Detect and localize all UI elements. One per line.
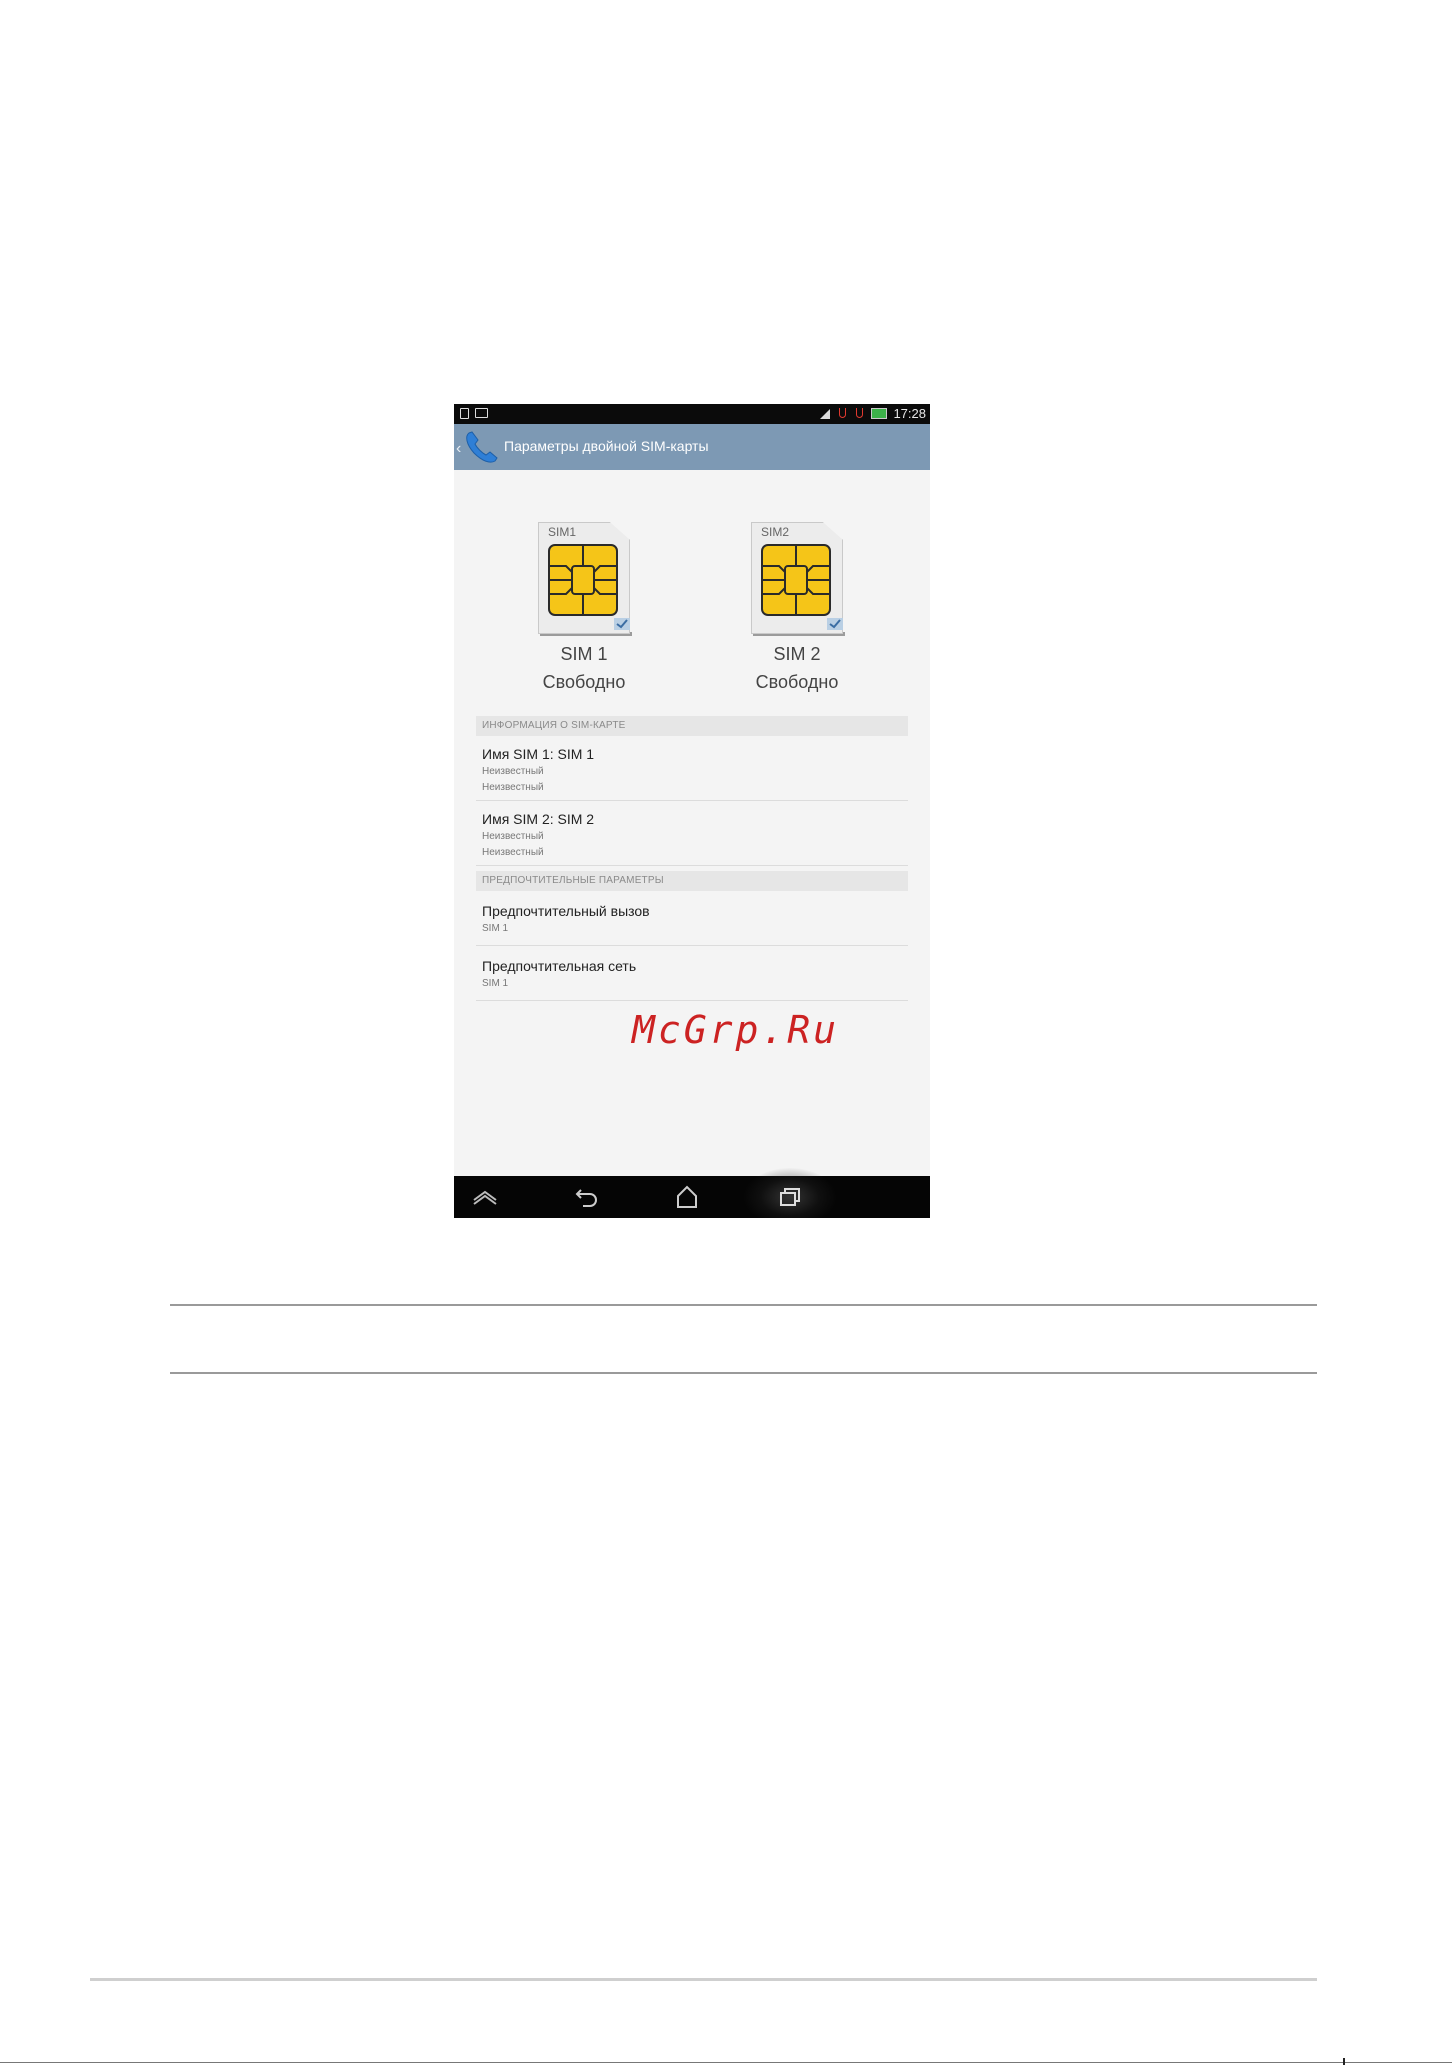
phone-handset-icon[interactable] — [462, 430, 500, 466]
section-header-preferred: ПРЕДПОЧТИТЕЛЬНЫЕ ПАРАМЕТРЫ — [476, 871, 908, 891]
sim2-status: Свободно — [755, 672, 839, 692]
check-icon — [827, 618, 843, 630]
battery-icon — [871, 408, 888, 419]
asus-menu-icon[interactable] — [470, 1184, 500, 1210]
sim-chip-icon — [548, 544, 618, 616]
footer-divider — [90, 1978, 1317, 1981]
section-header-sim-info: ИНФОРМАЦИЯ О SIM-КАРТЕ — [476, 716, 908, 736]
divider-top — [170, 1304, 1317, 1306]
page-corner-mark — [1343, 2058, 1345, 2065]
item-subtitle: Неизвестный — [482, 782, 544, 793]
list-item-sim1-info[interactable]: Имя SIM 1: SIM 1 Неизвестный Неизвестный — [476, 736, 908, 801]
notification-icon — [475, 408, 488, 418]
sim2-card[interactable]: SIM2 — [751, 522, 845, 638]
recent-apps-icon[interactable] — [775, 1184, 805, 1210]
sim1-no-signal-icon — [837, 407, 848, 420]
list-item-preferred-call[interactable]: Предпочтительный вызов SIM 1 — [476, 891, 908, 946]
item-title: Предпочтительный вызов — [482, 903, 650, 919]
item-subtitle: Неизвестный — [482, 766, 544, 777]
action-bar: ‹ Параметры двойной SIM-карты — [454, 424, 930, 470]
status-bar: 17:28 — [454, 404, 930, 424]
item-value: SIM 1 — [482, 923, 509, 934]
phone-screenshot: 17:28 ‹ Параметры двойной SIM-карты SIM1… — [454, 404, 930, 1218]
page-bottom-edge — [0, 2062, 1452, 2063]
list-item-preferred-network[interactable]: Предпочтительная сеть SIM 1 — [476, 946, 908, 1001]
sim1-status: Свободно — [542, 672, 626, 692]
sim1-name: SIM 1 — [560, 644, 608, 664]
screen-title: Параметры двойной SIM-карты — [504, 438, 709, 454]
sim2-card-label: SIM2 — [761, 525, 790, 539]
item-title: Имя SIM 2: SIM 2 — [482, 811, 595, 827]
divider-middle — [170, 1372, 1317, 1374]
status-time: 17:28 — [893, 406, 926, 421]
sim1-card-label: SIM1 — [548, 525, 577, 539]
sim2-name: SIM 2 — [773, 644, 821, 664]
item-title: Предпочтительная сеть — [482, 958, 637, 974]
home-icon[interactable] — [672, 1184, 702, 1210]
watermark: McGrp.Ru — [632, 1008, 840, 1052]
wifi-signal-icon — [820, 408, 831, 420]
back-chevron-icon[interactable]: ‹ — [456, 440, 461, 458]
sim2-no-signal-icon — [854, 407, 865, 420]
navigation-bar — [454, 1168, 930, 1218]
back-icon[interactable] — [572, 1184, 602, 1210]
sd-card-icon — [460, 408, 469, 419]
item-title: Имя SIM 1: SIM 1 — [482, 746, 595, 762]
check-icon — [614, 618, 630, 630]
list-item-sim2-info[interactable]: Имя SIM 2: SIM 2 Неизвестный Неизвестный — [476, 801, 908, 866]
item-subtitle: Неизвестный — [482, 831, 544, 842]
sim1-card[interactable]: SIM1 — [538, 522, 632, 638]
item-value: SIM 1 — [482, 978, 509, 989]
sim-chip-icon — [761, 544, 831, 616]
item-subtitle: Неизвестный — [482, 847, 544, 858]
